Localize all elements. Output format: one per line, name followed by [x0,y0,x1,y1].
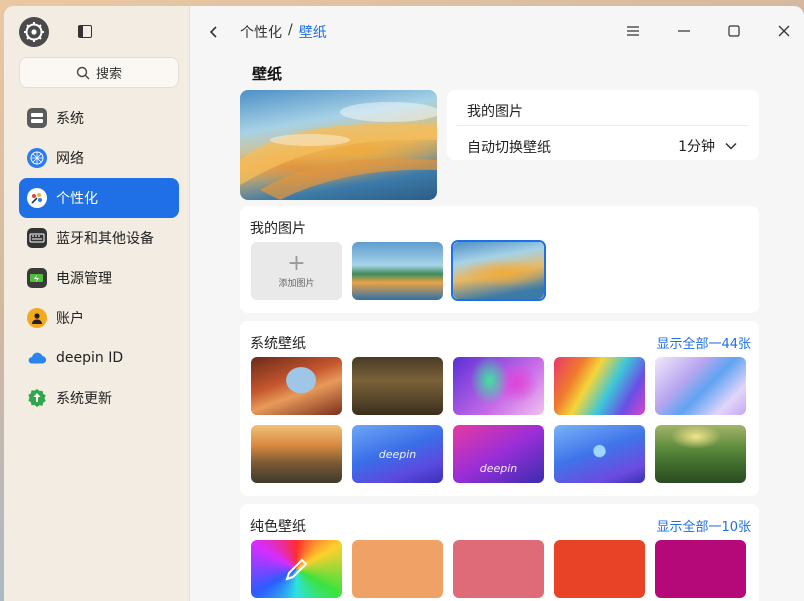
search-placeholder: 搜索 [95,67,122,82]
wallpaper-thumb[interactable] [352,357,443,415]
sidebar: 搜索 系统 网络 个性化 蓝牙和其他设备 电源管理 账户 deepin ID 系… [4,6,190,601]
sidebar-item-label: 系统更新 [56,391,112,407]
solid-color-swatch[interactable] [554,540,645,598]
settings-window: 搜索 系统 网络 个性化 蓝牙和其他设备 电源管理 账户 deepin ID 系… [4,6,804,601]
back-button[interactable] [206,21,222,43]
pencil-icon [284,558,307,581]
wallpaper-thumb-label: deepin [479,462,518,475]
auto-switch-label: 自动切换壁纸 [467,140,551,156]
network-icon [27,148,47,168]
solid-color-swatch[interactable] [352,540,443,598]
bluetooth-devices-icon [27,228,47,248]
sidebar-item-system[interactable]: 系统 [19,98,179,138]
power-icon [27,268,47,288]
chevron-left-icon [209,26,217,38]
wallpaper-thumb[interactable] [554,357,645,415]
maximize-button[interactable] [723,20,745,42]
wallpaper-thumb[interactable] [352,242,443,300]
system-icon [27,108,47,128]
auto-switch-select[interactable]: 1分钟 [678,136,737,156]
plus-icon: + [287,250,306,276]
system-wallpapers-title: 系统壁纸 [250,336,306,352]
account-icon [27,308,47,328]
close-icon [778,25,790,37]
sidebar-item-label: 账户 [56,311,84,327]
wallpaper-thumb[interactable]: deepin [453,425,544,483]
personalization-icon [27,188,47,208]
sidebar-item-account[interactable]: 账户 [19,298,179,338]
breadcrumb-separator: / [288,22,293,38]
my-pictures-row[interactable]: 我的图片 [467,101,523,121]
search-icon [76,66,90,79]
solid-color-swatch[interactable] [655,540,746,598]
sidebar-item-system-update[interactable]: 系统更新 [19,378,179,418]
sidebar-nav: 系统 网络 个性化 蓝牙和其他设备 电源管理 账户 deepin ID 系统更新 [19,98,179,418]
wallpaper-thumb[interactable] [655,357,746,415]
breadcrumb-parent[interactable]: 个性化 [240,22,282,42]
settings-gear-icon[interactable] [19,17,49,47]
menu-button[interactable] [622,20,644,42]
sidebar-item-label: 个性化 [56,191,98,207]
wallpaper-thumb[interactable] [554,425,645,483]
chevron-down-icon [725,142,737,150]
solid-wallpapers-card: 纯色壁纸 显示全部一10张 [240,504,759,601]
main-panel: 个性化 / 壁纸 壁纸 我的图片 自动切换壁纸 1分钟 我的图片 + 添加图片 … [190,6,804,601]
solid-color-swatch[interactable] [453,540,544,598]
wallpaper-thumb-selected[interactable] [453,242,544,299]
minimize-button[interactable] [673,20,695,42]
sidebar-item-power[interactable]: 电源管理 [19,258,179,298]
sidebar-item-personalization[interactable]: 个性化 [19,178,179,218]
add-picture-label: 添加图片 [278,278,315,289]
wallpaper-thumb-label: deepin [378,447,417,461]
sidebar-item-label: 电源管理 [56,271,112,287]
wallpaper-preview [240,90,437,200]
auto-switch-value: 1分钟 [678,139,715,155]
sidebar-item-bluetooth-devices[interactable]: 蓝牙和其他设备 [19,218,179,258]
add-picture-button[interactable]: + 添加图片 [251,242,342,300]
wallpaper-settings-card: 我的图片 自动切换壁纸 1分钟 [447,90,759,160]
my-pictures-card: 我的图片 + 添加图片 [240,206,759,313]
show-all-system-link[interactable]: 显示全部一44张 [656,333,751,352]
sidebar-toggle-icon[interactable] [78,25,92,38]
breadcrumb: 个性化 / 壁纸 [240,22,327,42]
system-wallpapers-card: 系统壁纸 显示全部一44张 deepin deepin [240,321,759,496]
sidebar-item-label: 网络 [56,151,84,167]
hamburger-menu-icon [627,26,639,36]
wallpaper-thumb[interactable] [251,425,342,483]
page-title: 壁纸 [252,65,283,83]
breadcrumb-current: 壁纸 [298,25,327,41]
wallpaper-thumb[interactable]: deepin [352,425,443,483]
update-icon [27,388,47,408]
divider [457,125,749,126]
solid-wallpapers-title: 纯色壁纸 [250,519,306,535]
titlebar: 个性化 / 壁纸 [190,6,804,56]
close-button[interactable] [773,20,795,42]
sidebar-item-label: 蓝牙和其他设备 [56,231,154,247]
sidebar-item-label: deepin ID [56,350,124,366]
minimize-icon [678,30,690,32]
sidebar-item-network[interactable]: 网络 [19,138,179,178]
wallpaper-thumb[interactable] [453,357,544,415]
sidebar-item-deepin-id[interactable]: deepin ID [19,338,179,378]
my-pictures-title: 我的图片 [250,221,306,237]
wallpaper-thumb[interactable] [251,357,342,415]
show-all-solid-link[interactable]: 显示全部一10张 [656,516,751,535]
maximize-icon [728,25,740,37]
cloud-icon [27,348,47,368]
sidebar-item-label: 系统 [56,111,84,127]
wallpaper-thumb[interactable] [655,425,746,483]
custom-color-button[interactable] [251,540,342,598]
search-input[interactable]: 搜索 [19,57,179,88]
